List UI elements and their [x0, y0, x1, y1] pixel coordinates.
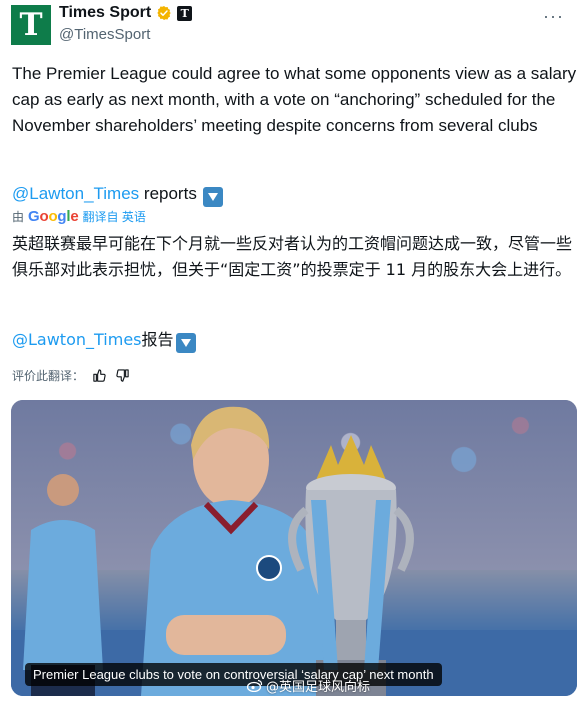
- tweet-media-image[interactable]: Premier League clubs to vote on controve…: [11, 400, 577, 696]
- tweet-reports-line: @Lawton_Times reports: [12, 181, 223, 207]
- translated-reports-word: 报告: [141, 330, 174, 349]
- affiliate-badge-icon[interactable]: T: [177, 5, 193, 21]
- thumbs-down-icon[interactable]: [115, 368, 130, 383]
- more-options-icon[interactable]: ···: [543, 6, 564, 27]
- author-name-row: Times Sport T: [59, 4, 193, 22]
- down-arrow-emoji-icon: [175, 333, 196, 353]
- reports-word: reports: [139, 184, 197, 203]
- tweet-text: The Premier League could agree to what s…: [12, 64, 577, 135]
- watermark-text: @英国足球风向标: [266, 680, 371, 695]
- author-display-name[interactable]: Times Sport: [59, 4, 151, 22]
- thumbs-up-icon[interactable]: [92, 368, 107, 383]
- translated-by-label: 由: [12, 210, 25, 224]
- verified-badge-icon: [157, 6, 171, 20]
- mention-link[interactable]: @Lawton_Times: [12, 184, 139, 203]
- translated-by-row: 由 Google 翻译自 英语: [12, 208, 146, 225]
- rate-translation-row: 评价此翻译：: [12, 367, 130, 384]
- author-handle[interactable]: @TimesSport: [59, 26, 150, 43]
- translated-text: 英超联赛最早可能在下个月就一些反对者认为的工资帽问题达成一致，尽管一些俱乐部对此…: [12, 234, 573, 279]
- avatar[interactable]: T: [11, 5, 51, 45]
- translated-reports-line: @Lawton_Times报告: [12, 327, 196, 353]
- down-arrow-emoji-icon: [202, 187, 223, 207]
- weibo-logo-icon: [247, 679, 263, 692]
- weibo-watermark: @英国足球风向标: [247, 676, 370, 695]
- translated-from-link[interactable]: 翻译自 英语: [83, 208, 146, 225]
- premier-league-trophy: [288, 435, 414, 696]
- google-logo: Google: [28, 208, 79, 225]
- media-caption: Premier League clubs to vote on controve…: [25, 663, 442, 686]
- avatar-letter: T: [19, 6, 43, 43]
- translated-mention-link[interactable]: @Lawton_Times: [12, 330, 142, 349]
- rate-translation-label: 评价此翻译：: [12, 369, 85, 383]
